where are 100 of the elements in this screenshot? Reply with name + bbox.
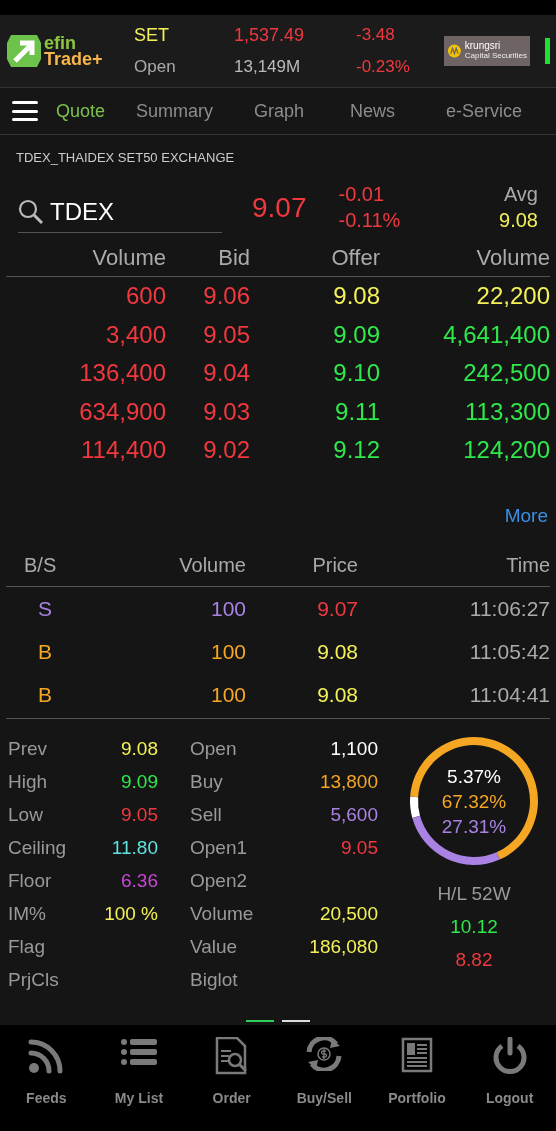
search-icon	[18, 199, 44, 225]
offer-price: 9.08	[332, 281, 380, 312]
column-header: Time	[505, 553, 550, 578]
average-label: Avg	[503, 182, 538, 207]
bid-volume: 634,900	[78, 396, 166, 427]
index-change-percent: -0.23%	[356, 56, 411, 78]
offer-volume: 242,500	[462, 358, 550, 389]
nav-button[interactable]: Logout	[465, 1037, 554, 1109]
power-icon	[491, 1037, 528, 1075]
tab[interactable]: Summary	[136, 97, 254, 125]
average-price: 9.08	[499, 208, 538, 233]
stat-label: IM%	[8, 902, 47, 927]
hl-52w-label: H/L 52W	[437, 882, 511, 906]
broker-subtitle: Capital Securities	[464, 51, 527, 61]
stat-label: High	[8, 770, 49, 795]
offer-volume: 113,300	[464, 396, 550, 427]
stat-value: 13,800	[318, 770, 378, 795]
column-header: Offer	[330, 244, 380, 272]
offer-price: 9.11	[334, 396, 380, 427]
low-52w-value: 8.82	[455, 948, 493, 972]
logo-text: efin	[44, 35, 76, 51]
high-52w-value: 10.12	[450, 915, 498, 939]
trade-side: B	[37, 638, 53, 665]
trade-side: B	[37, 681, 53, 708]
bid-price: 9.06	[202, 281, 250, 312]
stat-label: Open2	[190, 869, 249, 894]
stat-value: 9.05	[120, 803, 158, 828]
offer-volume: 4,641,400	[442, 319, 550, 350]
trade-side: S	[37, 595, 53, 622]
trade-volume: 100	[209, 638, 246, 665]
menu-button[interactable]	[12, 101, 38, 121]
column-header: Volume	[475, 244, 550, 272]
nav-button[interactable]: Portfolio	[372, 1037, 461, 1109]
column-header: Bid	[217, 244, 250, 272]
price-change-percent: -0.11%	[338, 208, 401, 233]
bid-price: 9.02	[202, 435, 250, 466]
bid-price: 9.03	[202, 396, 250, 427]
stat-value: 9.08	[120, 737, 158, 762]
tab[interactable]: News	[350, 97, 446, 125]
price-change: -0.01	[338, 182, 386, 207]
stat-label: Low	[8, 803, 44, 828]
index-change: -3.48	[356, 24, 396, 46]
trade-time: 11:05:42	[468, 638, 550, 665]
trade-price: 9.07	[316, 595, 358, 622]
offer-price: 9.09	[332, 319, 380, 350]
tab[interactable]: Quote	[56, 97, 136, 125]
instrument-name: TDEX_THAIDEX SET50 EXCHANGE	[16, 150, 235, 165]
offer-volume: 124,200	[462, 435, 550, 466]
stat-label: Flag	[8, 935, 46, 960]
document-search-icon	[214, 1037, 249, 1075]
percent-label: 5.37%	[447, 764, 501, 789]
offer-price: 9.12	[332, 435, 380, 466]
market-value: 13,149M	[234, 56, 302, 78]
stat-value: 11.80	[110, 836, 158, 861]
bid-volume: 136,400	[78, 358, 166, 389]
stat-label: Sell	[190, 803, 223, 828]
trade-time: 11:06:27	[468, 595, 550, 622]
stat-label: Open1	[190, 836, 249, 861]
nav-button[interactable]: My List	[95, 1037, 183, 1109]
stat-value: 6.36	[120, 869, 158, 894]
bid-volume: 3,400	[104, 319, 166, 350]
offer-volume: 22,200	[475, 281, 550, 312]
stat-label: Value	[190, 935, 239, 960]
tab[interactable]: e-Service	[446, 97, 546, 125]
stat-value: 186,080	[308, 935, 378, 960]
stat-label: Floor	[8, 869, 53, 894]
index-name: SET	[134, 24, 170, 46]
column-header: Volume	[91, 244, 166, 272]
symbol-search-field[interactable]: TDEX	[18, 194, 222, 233]
stat-value: 9.05	[340, 836, 378, 861]
trade-time: 11:04:41	[468, 681, 550, 708]
trade-volume: 100	[209, 681, 246, 708]
column-header: B/S	[23, 553, 58, 578]
list-icon	[120, 1037, 158, 1067]
nav-button[interactable]: Feeds	[2, 1037, 91, 1109]
nav-button[interactable]: Order	[187, 1037, 276, 1109]
stat-value: 9.09	[120, 770, 158, 795]
logo-text: Trade+	[44, 51, 103, 67]
bid-price: 9.05	[202, 319, 250, 350]
broker-name: krungsri	[464, 41, 502, 51]
bid-volume: 114,400	[80, 435, 166, 466]
stat-label: Open	[190, 737, 238, 762]
logo-arrow-icon	[6, 34, 42, 68]
percent-label: 27.31%	[441, 814, 507, 839]
more-link[interactable]: More	[504, 501, 548, 530]
column-header: Price	[311, 553, 358, 578]
last-price: 9.07	[252, 191, 307, 225]
stat-label: Volume	[190, 902, 255, 927]
bid-price: 9.04	[202, 358, 250, 389]
status-bar-indicator	[545, 38, 550, 64]
stat-label: Prev	[8, 737, 49, 762]
nav-button[interactable]: Buy/Sell	[280, 1037, 369, 1109]
bid-volume: 600	[124, 281, 166, 312]
broker-emblem-icon	[447, 43, 462, 59]
tab[interactable]: Graph	[254, 97, 350, 125]
stat-value: 5,600	[329, 803, 378, 828]
trade-price: 9.08	[316, 681, 358, 708]
stat-value: 100 %	[103, 902, 158, 927]
stat-label: Biglot	[190, 968, 239, 993]
market-state: Open	[134, 56, 177, 78]
